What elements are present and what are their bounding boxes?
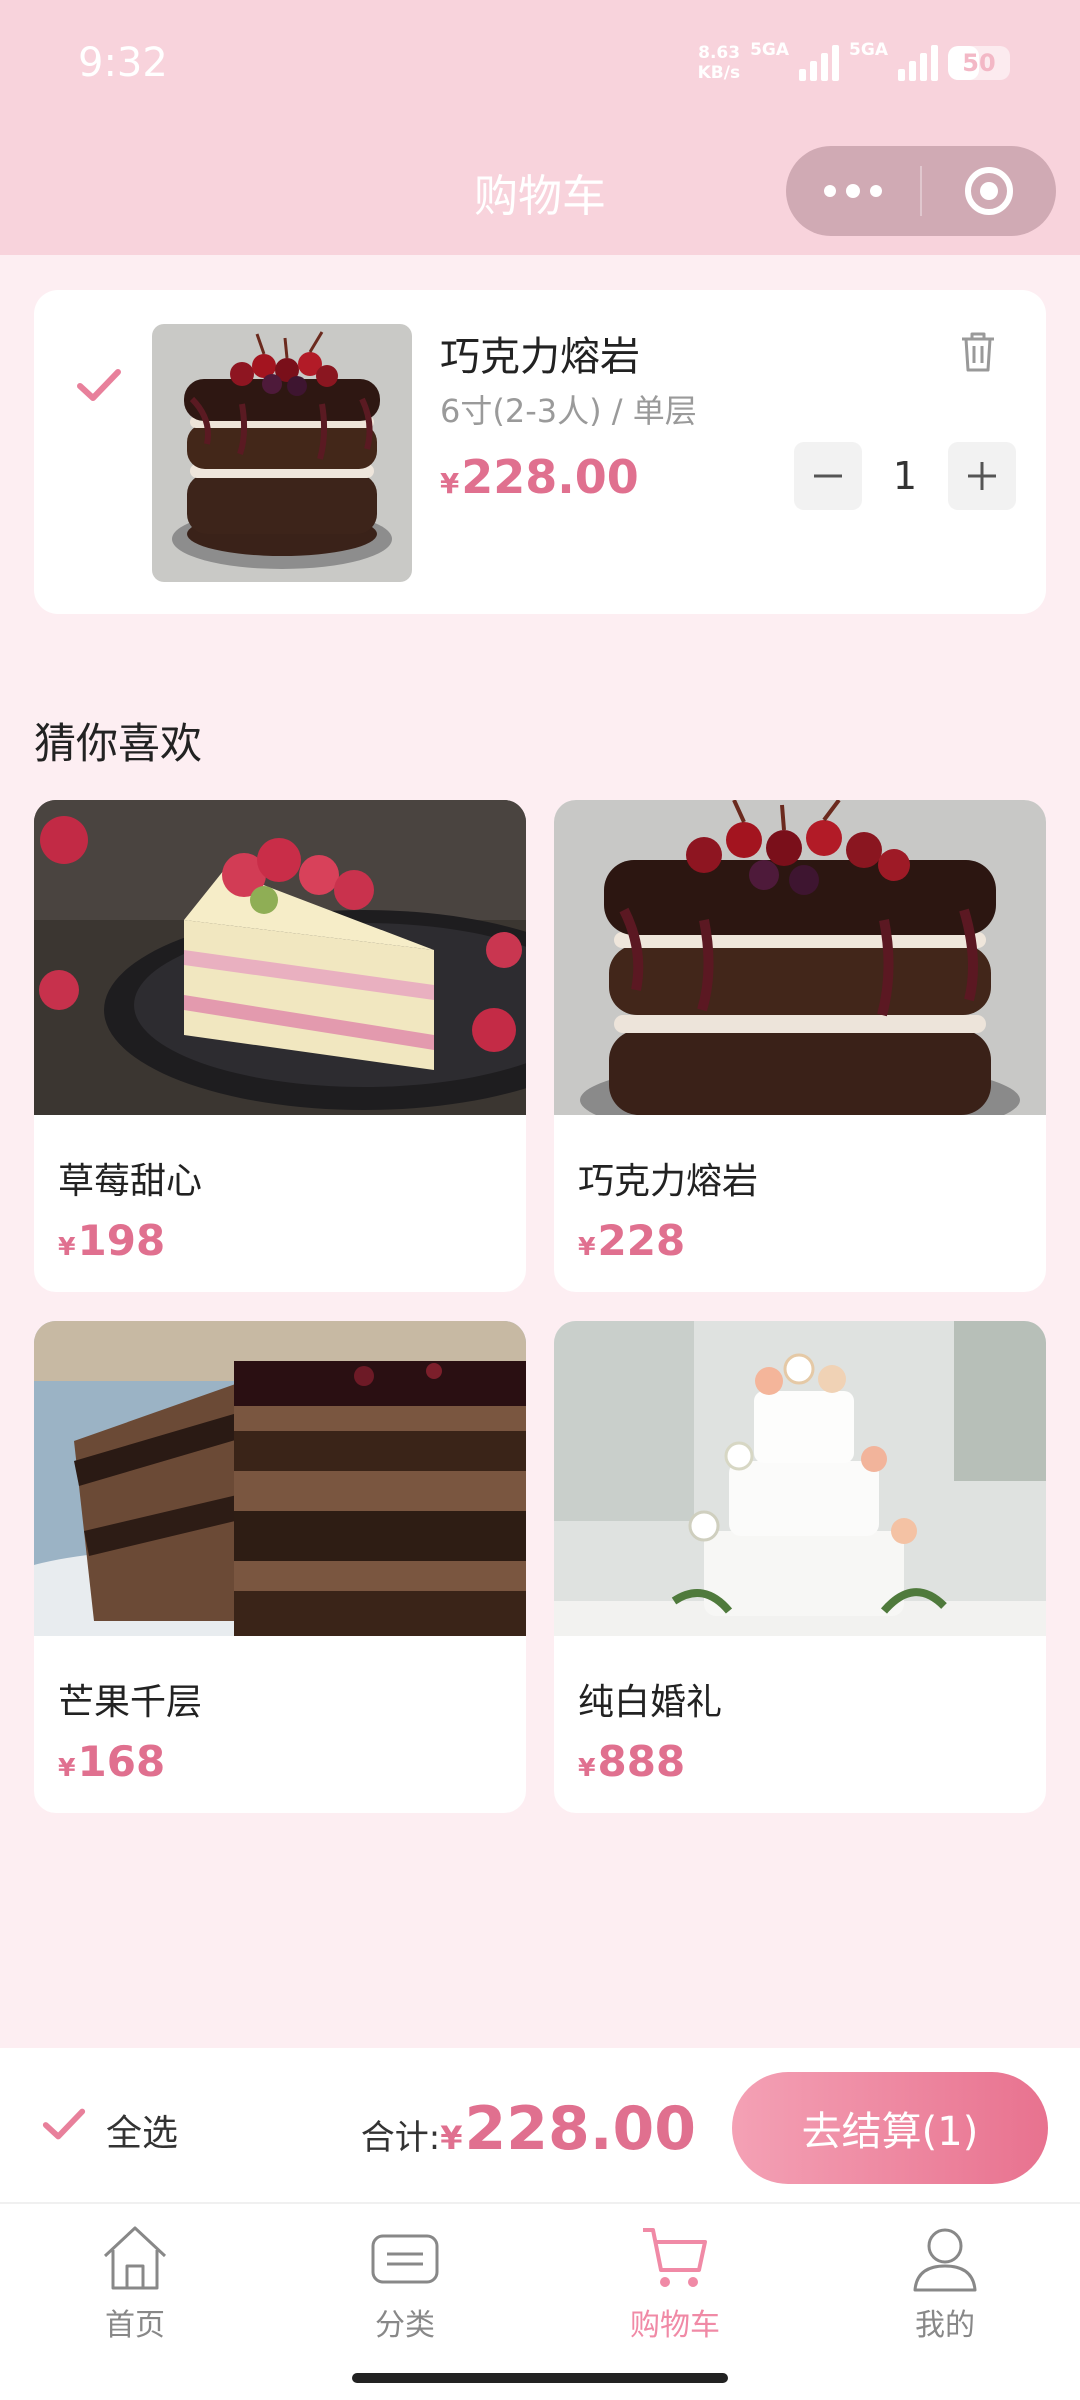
signal-label-1: 5GA xyxy=(750,40,790,60)
product-price: ¥198 xyxy=(58,1216,166,1265)
tab-cart[interactable]: 购物车 xyxy=(540,2204,810,2354)
strawberry-cake-image xyxy=(34,800,526,1115)
product-card[interactable]: 草莓甜心 ¥198 xyxy=(34,800,526,1292)
signal-label-2: 5GA xyxy=(849,40,888,60)
tab-label: 我的 xyxy=(915,2308,975,2343)
signal-icon xyxy=(799,45,840,81)
check-icon[interactable] xyxy=(74,360,124,410)
category-icon xyxy=(371,2234,439,2284)
status-icons: 8.63 KB/s 5GA 5GA 50 xyxy=(698,38,1010,88)
plus-icon xyxy=(968,462,996,490)
checkout-button[interactable]: 去结算(1) xyxy=(732,2072,1048,2184)
product-price: ¥888 xyxy=(578,1737,686,1786)
product-name: 巧克力熔岩 xyxy=(578,1161,759,1202)
decrease-button[interactable] xyxy=(794,442,862,510)
cart-item-spec: 6寸(2-3人) / 单层 xyxy=(440,392,697,430)
product-card[interactable]: 芒果千层 ¥168 xyxy=(34,1321,526,1813)
total-amount: ¥228.00 xyxy=(440,2094,696,2164)
product-card[interactable]: 纯白婚礼 ¥888 xyxy=(554,1321,1046,1813)
total-summary: 合计: ¥228.00 xyxy=(361,2094,696,2164)
wedding-cake-image xyxy=(554,1321,1046,1636)
miniprogram-capsule xyxy=(786,146,1056,236)
checkout-bar: 全选 合计: ¥228.00 去结算(1) xyxy=(0,2048,1080,2204)
close-miniprogram-button[interactable] xyxy=(922,146,1056,236)
more-dots-icon[interactable] xyxy=(786,146,920,236)
cart-item-name[interactable]: 巧克力熔岩 xyxy=(440,324,640,382)
product-price: ¥228 xyxy=(578,1216,686,1265)
chocolate-cake-image xyxy=(152,324,412,582)
total-label: 合计: xyxy=(360,2118,441,2158)
tab-label: 首页 xyxy=(105,2308,165,2343)
cart-item-image[interactable] xyxy=(152,324,412,582)
tab-label: 购物车 xyxy=(630,2308,720,2343)
cart-icon xyxy=(643,2228,707,2287)
product-card[interactable]: 巧克力熔岩 ¥228 xyxy=(554,800,1046,1292)
bottom-tab-bar: 首页 分类 购物车 我的 xyxy=(0,2204,1080,2354)
product-image xyxy=(34,1321,526,1636)
status-time: 9:32 xyxy=(78,40,168,86)
minus-icon xyxy=(814,474,842,478)
product-image xyxy=(554,1321,1046,1636)
tab-mine[interactable]: 我的 xyxy=(810,2204,1080,2354)
recommend-title: 猜你喜欢 xyxy=(34,719,203,768)
quantity-stepper: 1 xyxy=(794,442,1016,510)
product-image xyxy=(34,800,526,1115)
battery-icon: 50 xyxy=(948,46,1010,80)
check-icon[interactable] xyxy=(40,2100,88,2148)
product-price: ¥168 xyxy=(58,1737,166,1786)
quantity-value[interactable]: 1 xyxy=(862,454,948,498)
product-image xyxy=(554,800,1046,1115)
product-name: 纯白婚礼 xyxy=(578,1682,723,1723)
product-name: 草莓甜心 xyxy=(58,1161,203,1202)
signal-icon xyxy=(898,45,938,81)
cart-item-card: 巧克力熔岩 6寸(2-3人) / 单层 ¥228.00 1 xyxy=(34,290,1046,614)
product-name: 芒果千层 xyxy=(58,1682,203,1723)
home-indicator[interactable] xyxy=(352,2373,728,2383)
select-all-label[interactable]: 全选 xyxy=(106,2104,178,2156)
tab-label: 分类 xyxy=(375,2308,435,2343)
cart-item-price: ¥228.00 xyxy=(440,450,639,504)
user-icon xyxy=(913,2228,977,2292)
home-icon xyxy=(103,2226,167,2290)
target-icon xyxy=(965,167,1013,215)
increase-button[interactable] xyxy=(948,442,1016,510)
network-speed: 8.63 KB/s xyxy=(697,43,741,83)
trash-icon[interactable] xyxy=(958,330,998,374)
header-bar: 9:32 8.63 KB/s 5GA 5GA 50 购物车 xyxy=(0,0,1080,255)
chocolate-cake-image xyxy=(554,800,1046,1115)
tab-home[interactable]: 首页 xyxy=(0,2204,270,2354)
tab-category[interactable]: 分类 xyxy=(270,2204,540,2354)
chocolate-mousse-image xyxy=(34,1321,526,1636)
